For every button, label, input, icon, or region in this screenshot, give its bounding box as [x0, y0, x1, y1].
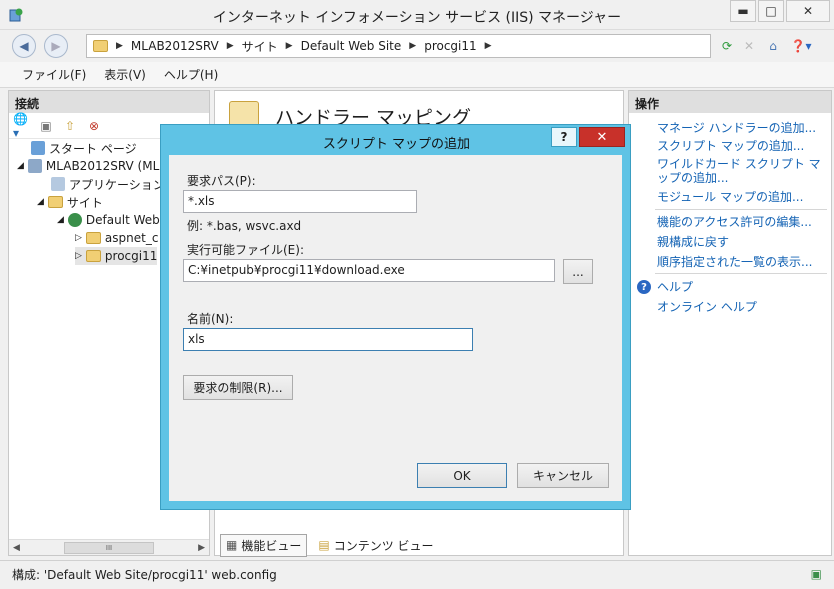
actions-header: 操作	[629, 91, 831, 113]
collapsed-arrow-icon: ▷	[75, 233, 82, 243]
window-titlebar: インターネット インフォメーション サービス (IIS) マネージャー ▬ □ …	[0, 0, 834, 30]
scroll-left-icon[interactable]: ◀	[13, 543, 20, 553]
action-add-script-map[interactable]: スクリプト マップの追加...	[657, 139, 829, 153]
ok-button[interactable]: OK	[417, 463, 507, 488]
stop-icon[interactable]: ✕	[740, 37, 758, 55]
tree-item-server[interactable]: ◢ MLAB2012SRV (ML	[17, 157, 159, 175]
tree-item-sites[interactable]: ◢ サイト	[37, 193, 103, 211]
tree-item-start-page[interactable]: スタート ページ	[31, 139, 137, 157]
tree-item-procgi[interactable]: ▷ procgi11	[75, 247, 158, 265]
chevron-right-icon: ▶	[226, 41, 234, 51]
network-status-icon: ▣	[810, 567, 822, 581]
action-online-help[interactable]: オンライン ヘルプ	[657, 300, 829, 314]
request-path-label: 要求パス(P):	[187, 174, 256, 188]
action-help[interactable]: ヘルプ	[657, 280, 829, 294]
window-title: インターネット インフォメーション サービス (IIS) マネージャー	[212, 10, 622, 26]
up-folder-icon[interactable]: ⇧	[61, 118, 79, 134]
action-revert-to-parent[interactable]: 親構成に戻す	[657, 235, 829, 249]
back-button[interactable]: ◀	[12, 34, 36, 58]
expanded-arrow-icon: ◢	[17, 161, 24, 171]
expanded-arrow-icon: ◢	[37, 197, 44, 207]
maximize-button[interactable]: □	[758, 0, 784, 22]
chevron-right-icon: ▶	[116, 41, 123, 51]
request-restrictions-button[interactable]: 要求の制限(R)...	[183, 375, 293, 400]
menu-help[interactable]: ヘルプ(H)	[164, 66, 218, 83]
tab-content-view[interactable]: ▤ コンテンツ ビュー	[313, 535, 438, 556]
start-page-icon	[31, 141, 45, 155]
executable-input[interactable]: C:¥inetpub¥procgi11¥download.exe	[183, 259, 555, 282]
scroll-thumb[interactable]: III	[64, 541, 154, 554]
breadcrumb-sites[interactable]: サイト ▶	[242, 38, 293, 55]
server-icon	[27, 159, 42, 173]
folder-icon	[93, 40, 108, 52]
folder-icon	[85, 250, 101, 262]
request-path-example: 例: *.bas, wsvc.axd	[187, 219, 302, 233]
menu-bar: ファイル(F) 表示(V) ヘルプ(H)	[0, 62, 834, 88]
horizontal-scrollbar[interactable]: ◀ III ▶	[9, 539, 209, 555]
tab-features-view[interactable]: ▦ 機能ビュー	[220, 533, 308, 557]
chevron-right-icon: ▶	[484, 41, 492, 51]
collapsed-arrow-icon: ▷	[75, 251, 82, 261]
action-edit-permissions[interactable]: 機能のアクセス許可の編集...	[657, 215, 829, 229]
arrow-right-icon: ▶	[51, 39, 61, 53]
save-icon[interactable]: ▣	[37, 118, 55, 134]
actions-panel: 操作 マネージ ハンドラーの追加... スクリプト マップの追加... ワイルド…	[628, 90, 832, 556]
status-bar: 構成: 'Default Web Site/procgi11' web.conf…	[0, 560, 834, 589]
address-row: ◀ ▶ ▶ MLAB2012SRV ▶ サイト ▶ Default Web Site…	[0, 30, 834, 62]
folder-icon	[85, 232, 101, 244]
home-icon[interactable]: ⌂	[764, 37, 782, 55]
view-tabs: ▦ 機能ビュー ▤ コンテンツ ビュー	[220, 533, 439, 557]
minimize-button[interactable]: ▬	[730, 0, 756, 22]
request-path-input[interactable]: *.xls	[183, 190, 417, 213]
tree-item-aspnet[interactable]: ▷ aspnet_c	[75, 229, 158, 247]
connections-header: 接続	[9, 91, 209, 113]
action-add-wildcard-script-map[interactable]: ワイルドカード スクリプト マップの追加...	[657, 157, 829, 185]
name-label: 名前(N):	[187, 312, 234, 326]
disconnect-icon[interactable]: ⊗	[85, 118, 103, 134]
action-view-ordered-list[interactable]: 順序指定された一覧の表示...	[657, 255, 829, 269]
chevron-right-icon: ▶	[409, 41, 417, 51]
actions-separator	[655, 209, 827, 210]
scroll-right-icon[interactable]: ▶	[198, 543, 205, 553]
add-script-map-dialog: スクリプト マップの追加 ? ✕ 要求パス(P): *.xls 例: *.bas…	[160, 124, 631, 510]
features-view-icon: ▦	[226, 538, 238, 552]
close-button[interactable]: ✕	[786, 0, 830, 22]
dialog-close-button[interactable]: ✕	[579, 127, 625, 147]
menu-file[interactable]: ファイル(F)	[22, 66, 86, 83]
forward-button[interactable]: ▶	[44, 34, 68, 58]
breadcrumb-default-site[interactable]: Default Web Site ▶	[301, 39, 417, 53]
refresh-icon[interactable]: ⟳	[718, 37, 736, 55]
cancel-button[interactable]: キャンセル	[517, 463, 609, 488]
arrow-left-icon: ◀	[19, 39, 29, 53]
globe-connect-icon[interactable]: 🌐▾	[13, 112, 31, 140]
tree-item-default-site[interactable]: ◢ Default Web	[57, 211, 160, 229]
dialog-body: 要求パス(P): *.xls 例: *.bas, wsvc.axd 実行可能ファ…	[169, 155, 622, 501]
address-bar[interactable]: ▶ MLAB2012SRV ▶ サイト ▶ Default Web Site ▶ pr…	[86, 34, 711, 58]
chevron-right-icon: ▶	[285, 41, 293, 51]
breadcrumb-server[interactable]: MLAB2012SRV ▶	[131, 39, 234, 53]
status-text: 構成: 'Default Web Site/procgi11' web.conf…	[12, 568, 277, 582]
action-add-module-map[interactable]: モジュール マップの追加...	[657, 190, 829, 204]
content-view-icon: ▤	[318, 538, 330, 552]
action-add-managed-handler[interactable]: マネージ ハンドラーの追加...	[657, 121, 829, 135]
actions-separator	[655, 273, 827, 274]
menu-view[interactable]: 表示(V)	[104, 66, 146, 83]
breadcrumb-procgi[interactable]: procgi11 ▶	[424, 39, 491, 53]
sites-folder-icon	[47, 196, 63, 208]
globe-icon	[67, 213, 82, 227]
expanded-arrow-icon: ◢	[57, 215, 64, 225]
name-input[interactable]: xls	[183, 328, 473, 351]
dialog-help-button[interactable]: ?	[551, 127, 577, 147]
help-icon: ?	[637, 280, 651, 294]
browse-button[interactable]: ...	[563, 259, 593, 284]
executable-label: 実行可能ファイル(E):	[187, 243, 304, 257]
help-dropdown-icon[interactable]: ❓▾	[791, 37, 812, 55]
app-pool-icon	[51, 177, 65, 191]
